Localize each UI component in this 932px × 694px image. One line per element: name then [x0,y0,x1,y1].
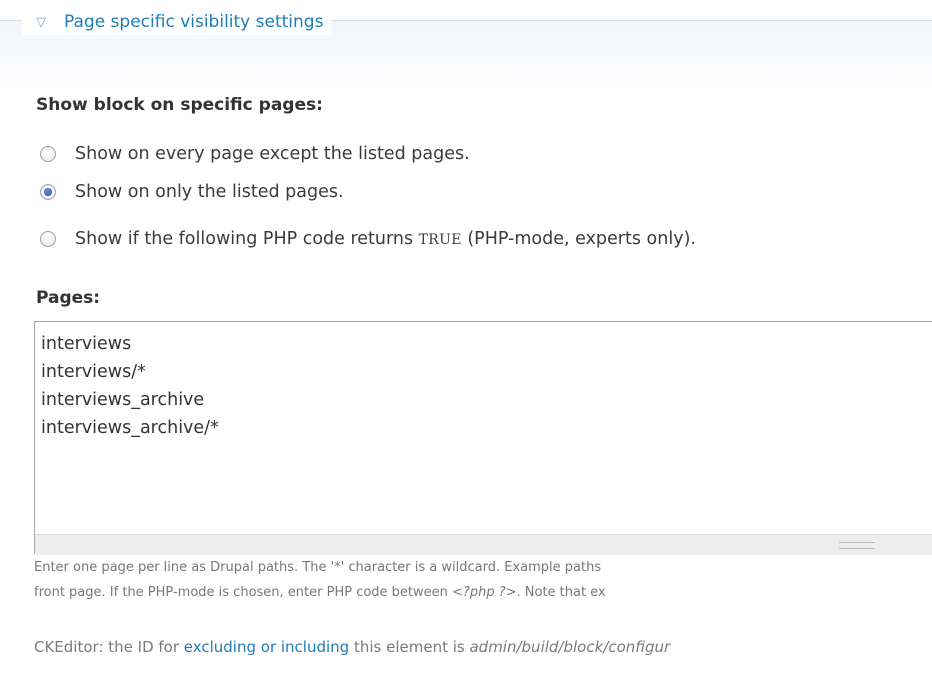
grip-lines-icon [839,542,875,549]
radio-except-listed[interactable] [40,146,56,162]
radio-option-except-listed[interactable]: Show on every page except the listed pag… [40,144,470,164]
desc-line2-before: front page. If the PHP-mode is chosen, e… [34,585,453,600]
desc-php-code: <?php ?> [452,585,517,600]
code-true: TRUE [418,232,462,248]
pages-textarea-wrapper: interviews interviews/* interviews_archi… [34,321,932,555]
radio-label-php-code[interactable]: Show if the following PHP code returns T… [75,229,696,249]
textarea-resize-handle[interactable] [35,534,932,555]
ckeditor-middle: this element is [349,638,470,656]
radio-only-listed[interactable] [40,184,56,200]
fieldset-legend: ▽ Page specific visibility settings [22,9,332,35]
fieldset-toggle-link[interactable]: Page specific visibility settings [64,12,323,32]
ckeditor-before: CKEditor: the ID for [34,638,184,656]
desc-line2-after: . Note that ex [516,585,606,600]
radio-label-php-before: Show if the following PHP code returns [75,229,419,249]
pages-textarea[interactable]: interviews interviews/* interviews_archi… [35,322,932,534]
pages-description-line1: Enter one page per line as Drupal paths.… [34,560,602,575]
ckeditor-note: CKEditor: the ID for excluding or includ… [34,638,670,656]
radio-option-php-code[interactable]: Show if the following PHP code returns T… [40,229,696,249]
show-block-label: Show block on specific pages: [36,95,323,115]
radio-option-only-listed[interactable]: Show on only the listed pages. [40,182,344,202]
pages-description-line2: front page. If the PHP-mode is chosen, e… [34,585,606,600]
radio-php-code[interactable] [40,231,56,247]
radio-label-php-after: (PHP-mode, experts only). [461,229,696,249]
pages-label: Pages: [36,288,101,308]
triangle-down-icon[interactable]: ▽ [36,16,46,29]
radio-label-except-listed[interactable]: Show on every page except the listed pag… [75,144,470,164]
ckeditor-link[interactable]: excluding or including [184,638,349,656]
radio-label-only-listed[interactable]: Show on only the listed pages. [75,182,344,202]
ckeditor-path: admin/build/block/configur [469,638,671,656]
